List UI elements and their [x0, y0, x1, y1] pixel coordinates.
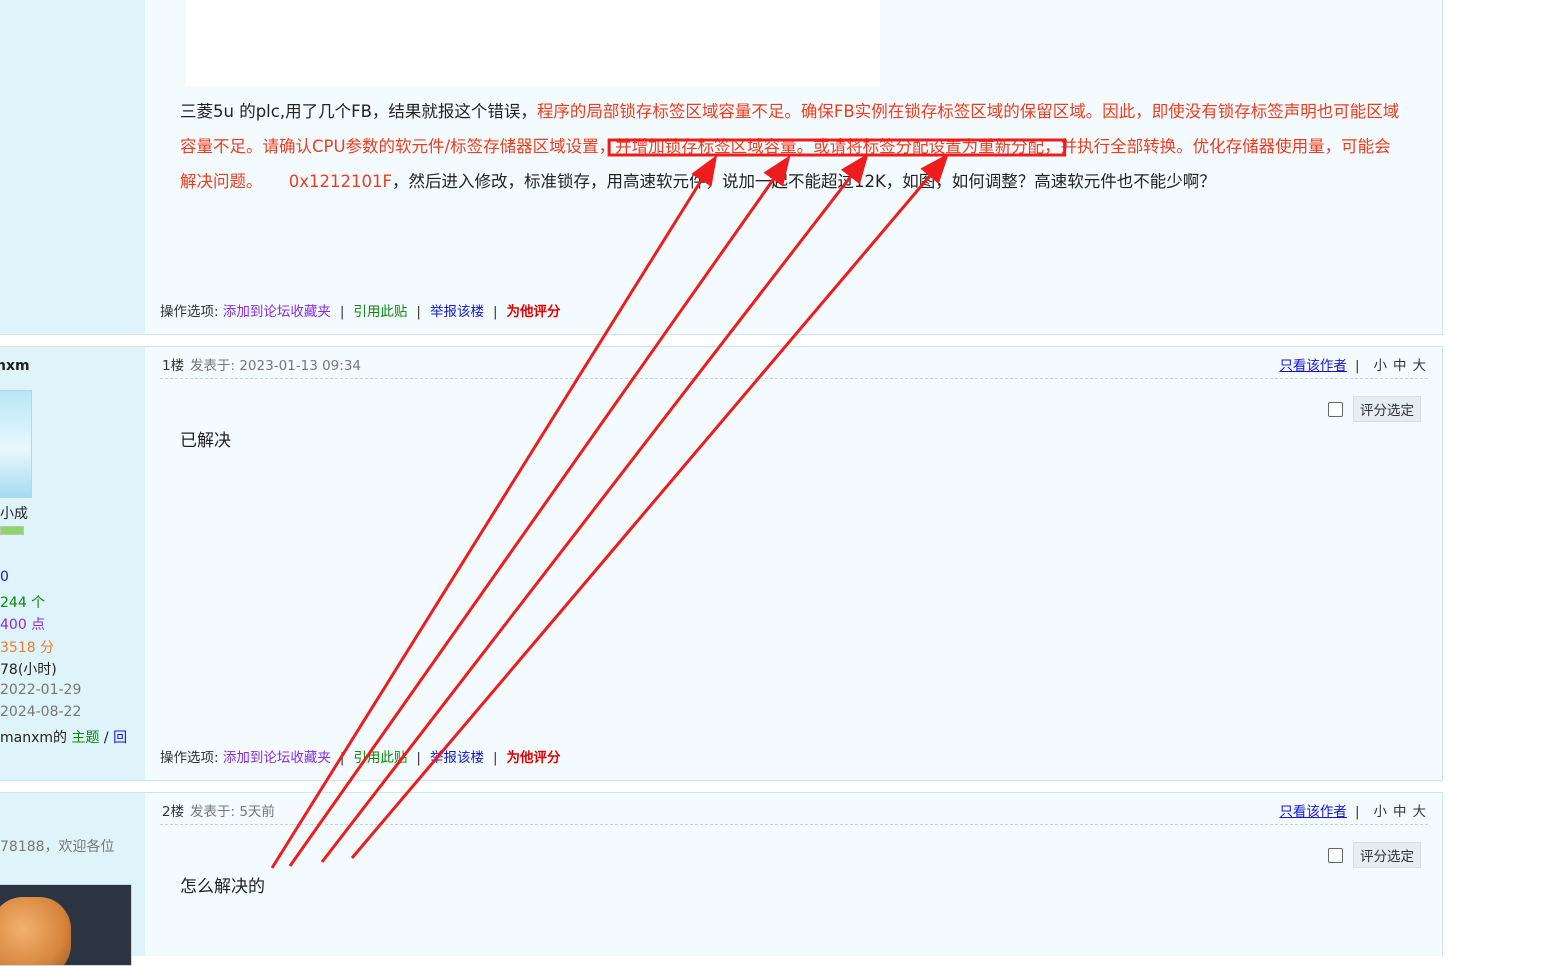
only-author-link[interactable]: 只看该作者 [1279, 358, 1347, 374]
author-username[interactable]: nxm [0, 358, 30, 374]
post-separator [0, 792, 1443, 793]
separator: | [492, 750, 498, 766]
post-separator [0, 780, 1443, 781]
post-separator [0, 346, 1443, 347]
rate-user-link[interactable]: 为他评分 [507, 750, 561, 766]
add-to-favorites-link[interactable]: 添加到论坛收藏夹 [223, 304, 331, 320]
font-size-small[interactable]: 小 [1374, 358, 1388, 374]
avatar[interactable] [0, 390, 32, 498]
report-post-link[interactable]: 举报该楼 [430, 750, 484, 766]
font-size-medium[interactable]: 中 [1393, 358, 1407, 374]
level-bar [0, 526, 24, 535]
user-stat-id: 0 [0, 569, 9, 585]
user-stat-score: 3518 分 [0, 640, 55, 656]
post-separator [0, 334, 1443, 335]
rate-select-row: 评分选定 [1328, 842, 1421, 868]
separator: | [416, 750, 421, 766]
post-header-floor-1: 1楼 发表于: 2023-01-13 09:34 只看该作者 | 小中大 [160, 348, 1428, 379]
post-text-tail: ，然后进入修改，标准锁存，用高速软元件，说加一起不能超过12K，如图，如何调整？… [391, 172, 1216, 191]
user-register-date: 2022-01-29 [0, 682, 82, 698]
font-size-large[interactable]: 大 [1413, 804, 1427, 820]
sidebar-column-post0 [0, 0, 145, 334]
quote-post-link[interactable]: 引用此贴 [353, 750, 407, 766]
post-date: 发表于: 2023-01-13 09:34 [190, 358, 361, 374]
add-to-favorites-link[interactable]: 添加到论坛收藏夹 [223, 750, 331, 766]
user-signature: 78188，欢迎各位 [0, 839, 115, 855]
options-label: 操作选项: [160, 304, 219, 320]
rate-select-checkbox[interactable] [1328, 401, 1343, 417]
post-options-bar: 操作选项: 添加到论坛收藏夹 | 引用此贴 | 举报该楼 | 为他评分 [160, 746, 561, 766]
threads-prefix: manxm的 [0, 730, 68, 746]
post-options-bar: 操作选项: 添加到论坛收藏夹 | 引用此贴 | 举报该楼 | 为他评分 [160, 300, 561, 320]
options-label: 操作选项: [160, 750, 219, 766]
post-image [186, 0, 880, 86]
floor-number: 2楼 [162, 804, 185, 820]
threads-link[interactable]: 主题 [71, 730, 99, 746]
separator: | [339, 304, 345, 320]
post-header-floor-2: 2楼 发表于: 5天前 只看该作者 | 小中大 [160, 794, 1428, 825]
post-body-original: 三菱5u 的plc,用了几个FB，结果就报这个错误，程序的局部锁存标签区域容量不… [180, 94, 1405, 199]
rate-select-checkbox[interactable] [1328, 847, 1343, 863]
threads-separator: / [103, 730, 109, 746]
post-text-intro: 三菱5u 的plc,用了几个FB，结果就报这个错误， [180, 102, 537, 121]
post-tools: 只看该作者 | 小中大 [1279, 354, 1426, 374]
error-message-highlighted: 并增加锁存标签区域容量。或请将标签分配设置为重新分配， [615, 137, 1061, 156]
only-author-link[interactable]: 只看该作者 [1279, 804, 1347, 820]
rate-select-button[interactable]: 评分选定 [1353, 396, 1421, 422]
user-threads: manxm的 主题 / 回 [0, 727, 127, 747]
separator: | [416, 304, 421, 320]
post-body-floor-1: 已解决 [180, 431, 231, 451]
post-tools: 只看该作者 | 小中大 [1279, 800, 1426, 820]
separator: | [339, 750, 345, 766]
quote-post-link[interactable]: 引用此贴 [353, 304, 407, 320]
user-last-login: 2024-08-22 [0, 704, 82, 720]
font-size-small[interactable]: 小 [1374, 804, 1388, 820]
user-stat-points: 400 点 [0, 617, 46, 633]
separator: | [492, 304, 498, 320]
user-stat-posts: 244 个 [0, 595, 46, 611]
separator: | [1354, 358, 1360, 374]
rate-user-link[interactable]: 为他评分 [507, 304, 561, 320]
content-column-post1 [145, 346, 1443, 780]
error-code: 0x1212101F [288, 172, 392, 191]
user-stat-online: 78(小时) [0, 662, 57, 678]
post-date: 发表于: 5天前 [190, 804, 275, 820]
font-size-medium[interactable]: 中 [1393, 804, 1407, 820]
report-post-link[interactable]: 举报该楼 [430, 304, 484, 320]
rate-select-row: 评分选定 [1328, 396, 1421, 422]
user-level: 小成 [0, 506, 28, 522]
separator: | [1354, 804, 1360, 820]
post-body-floor-2: 怎么解决的 [180, 877, 265, 897]
rate-select-button[interactable]: 评分选定 [1353, 842, 1421, 868]
floor-number: 1楼 [162, 358, 185, 374]
avatar[interactable] [0, 884, 132, 966]
font-size-large[interactable]: 大 [1413, 358, 1427, 374]
replies-link[interactable]: 回 [113, 730, 127, 746]
